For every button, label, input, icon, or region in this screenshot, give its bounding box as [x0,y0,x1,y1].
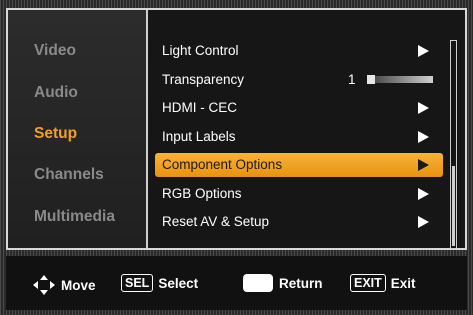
menu-item-label: Light Control [162,43,239,58]
move-label: Move [61,277,96,293]
category-sidebar: Video Audio Setup Channels Multimedia [8,10,148,248]
right-triangle-icon [418,216,429,228]
sel-key-icon: SEL [121,274,154,292]
transparency-value: 1 [348,72,356,87]
menu-item-hdmi-cec[interactable]: HDMI - CEC [155,96,443,120]
right-triangle-icon [418,159,429,171]
tv-menu-screen: Video Audio Setup Channels Multimedia Li… [0,0,473,315]
menu-item-label: RGB Options [162,186,242,201]
right-triangle-icon [418,131,429,143]
return-label: Return [279,275,323,291]
move-hint: Move [32,274,96,296]
sidebar-item-audio[interactable]: Audio [34,84,78,102]
transparency-slider[interactable] [367,75,433,84]
exit-label: Exit [390,275,416,291]
scrollbar-thumb[interactable] [452,166,455,246]
menu-frame: Video Audio Setup Channels Multimedia Li… [6,8,467,250]
select-hint: SEL Select [121,274,198,292]
menu-item-label: Transparency [162,72,245,87]
menu-item-label: Reset AV & Setup [162,214,270,229]
menu-scrollbar[interactable] [450,40,457,249]
return-key-icon [243,274,273,292]
slider-thumb[interactable] [367,75,375,84]
exit-hint: EXIT Exit [350,274,416,292]
right-triangle-icon [418,45,429,57]
menu-item-reset-av-setup[interactable]: Reset AV & Setup [155,210,443,234]
sidebar-item-channels[interactable]: Channels [34,166,104,184]
menu-item-transparency[interactable]: Transparency 1 [155,68,443,92]
exit-key-icon: EXIT [350,274,386,292]
menu-item-light-control[interactable]: Light Control [155,39,443,63]
sidebar-item-multimedia[interactable]: Multimedia [34,208,115,226]
right-triangle-icon [418,102,429,114]
four-way-arrow-icon [33,275,55,295]
right-triangle-icon [418,188,429,200]
menu-item-input-labels[interactable]: Input Labels [155,125,443,149]
select-label: Select [158,275,199,291]
menu-item-label: HDMI - CEC [162,100,237,115]
setup-menu-list: Light Control Transparency 1 HDMI - CEC … [148,10,465,249]
return-hint: Return [243,274,323,292]
button-hint-bar: Move SEL Select Return EXIT Exit [6,256,467,310]
sidebar-item-setup[interactable]: Setup [34,125,77,143]
menu-item-label: Component Options [162,157,283,172]
menu-item-label: Input Labels [162,129,236,144]
menu-item-component-options[interactable]: Component Options [155,153,443,177]
sidebar-item-video[interactable]: Video [34,42,76,60]
menu-item-rgb-options[interactable]: RGB Options [155,182,443,206]
